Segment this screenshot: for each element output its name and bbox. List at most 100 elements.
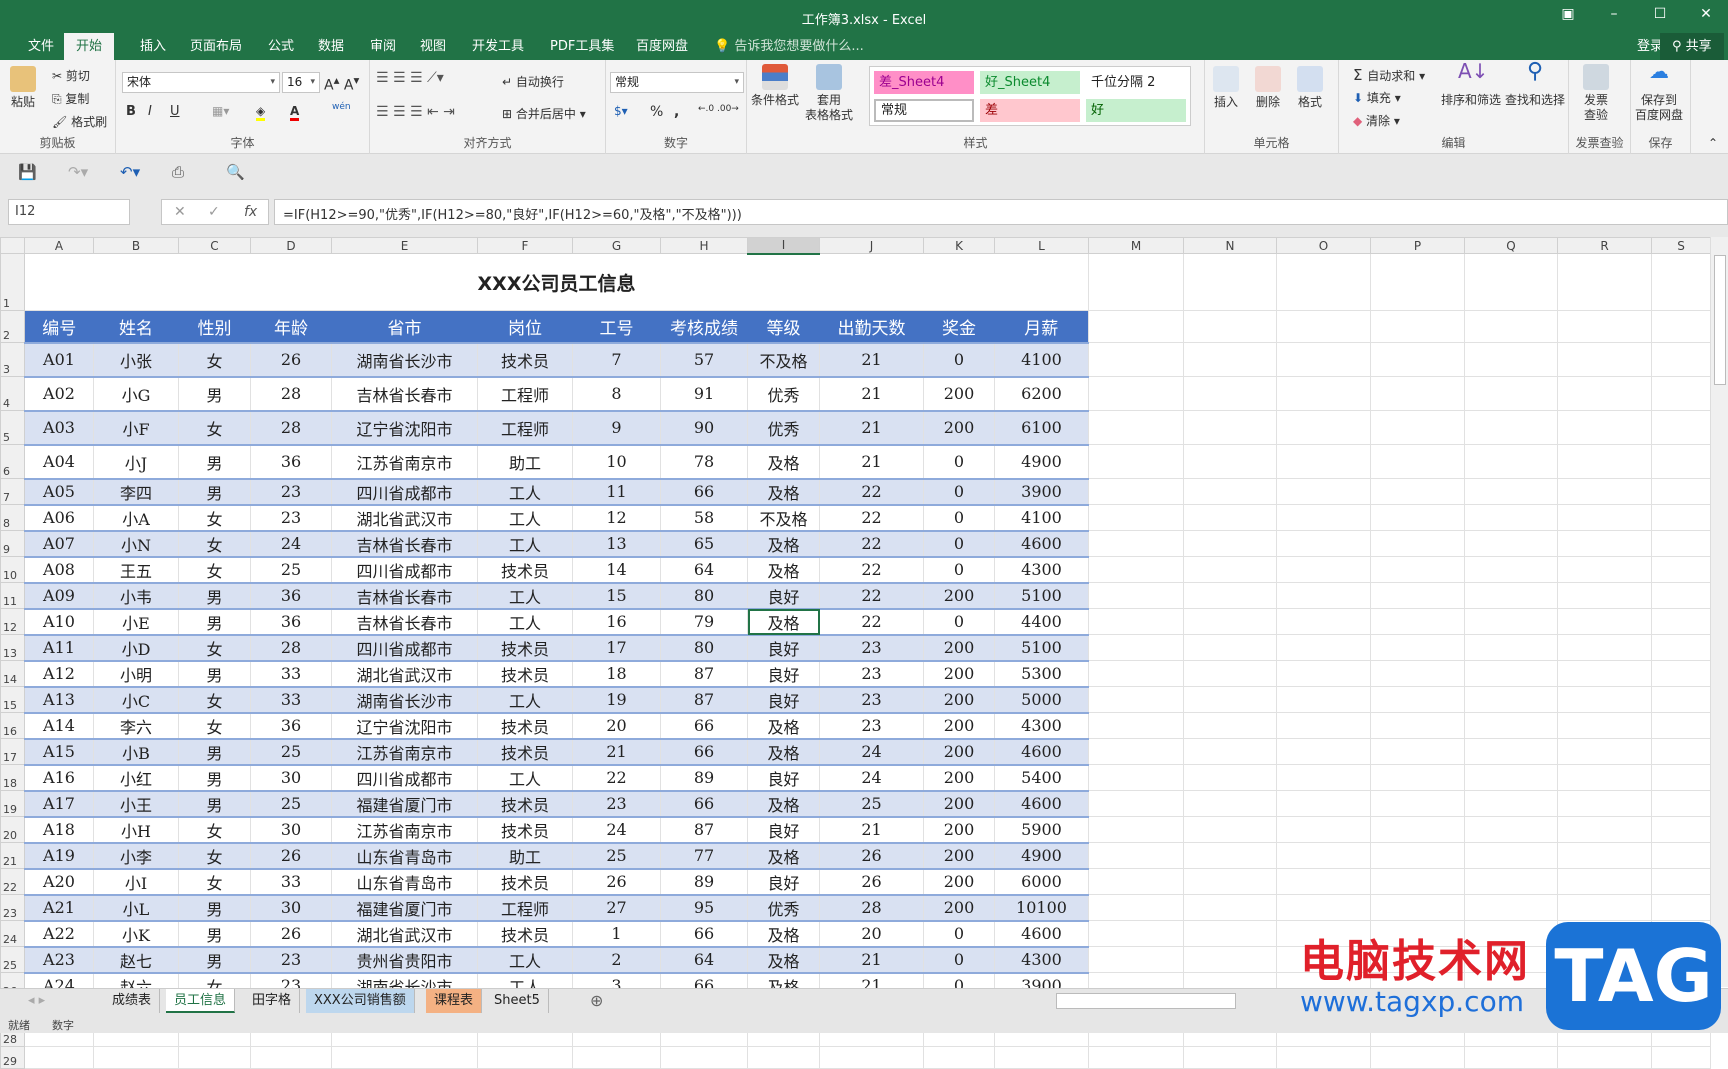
cell[interactable] xyxy=(1464,253,1558,311)
cell[interactable] xyxy=(1651,868,1711,895)
data-cell[interactable]: 0 xyxy=(923,920,995,948)
data-cell[interactable]: A09 xyxy=(24,582,94,610)
data-cell[interactable]: 28 xyxy=(250,634,332,662)
data-cell[interactable]: 22 xyxy=(819,608,924,636)
data-cell[interactable]: 26 xyxy=(819,842,924,870)
cell[interactable] xyxy=(1370,530,1465,557)
data-cell[interactable]: A01 xyxy=(24,342,94,378)
cell[interactable] xyxy=(1183,608,1277,635)
row-header[interactable]: 2 xyxy=(0,310,25,343)
data-cell[interactable]: 及格 xyxy=(747,738,820,766)
cell[interactable] xyxy=(1088,444,1184,479)
data-cell[interactable]: 男 xyxy=(178,478,251,506)
column-header[interactable]: S xyxy=(1651,237,1711,254)
undo-icon[interactable]: ↶▾ xyxy=(120,163,140,181)
cell[interactable] xyxy=(1557,376,1652,411)
data-cell[interactable]: 0 xyxy=(923,556,995,584)
save-baidu-button[interactable]: ☁ 保存到 百度网盘 xyxy=(1635,61,1683,123)
data-cell[interactable]: 19 xyxy=(572,686,661,714)
cell[interactable] xyxy=(1088,342,1184,377)
data-cell[interactable]: 1 xyxy=(572,920,661,948)
cell[interactable] xyxy=(93,1046,179,1069)
data-cell[interactable]: 小F xyxy=(93,410,179,446)
cell[interactable] xyxy=(1557,712,1652,739)
cell[interactable] xyxy=(1557,894,1652,921)
row-header[interactable]: 16 xyxy=(0,712,25,739)
format-cells-button[interactable]: 格式 xyxy=(1297,66,1323,110)
data-cell[interactable]: 200 xyxy=(923,790,995,818)
row-header[interactable]: 6 xyxy=(0,444,25,479)
cell[interactable] xyxy=(1557,478,1652,505)
data-cell[interactable]: 25 xyxy=(819,790,924,818)
style-good-sheet4[interactable]: 好_Sheet4 xyxy=(980,71,1080,94)
row-header[interactable]: 29 xyxy=(0,1046,25,1069)
data-cell[interactable]: 4900 xyxy=(994,842,1089,870)
cell[interactable] xyxy=(1464,686,1558,713)
data-cell[interactable]: 及格 xyxy=(747,712,820,740)
data-cell[interactable]: 95 xyxy=(660,894,748,922)
data-cell[interactable]: 及格 xyxy=(747,608,820,636)
cell[interactable] xyxy=(1464,816,1558,843)
cell[interactable] xyxy=(1464,342,1558,377)
data-cell[interactable]: 小K xyxy=(93,920,179,948)
data-cell[interactable]: 小红 xyxy=(93,764,179,792)
cell[interactable] xyxy=(994,1046,1089,1069)
data-cell[interactable]: 30 xyxy=(250,894,332,922)
cell[interactable] xyxy=(1276,444,1371,479)
cell[interactable] xyxy=(1557,686,1652,713)
autosum-button[interactable]: Σ 自动求和 ▾ xyxy=(1353,66,1425,84)
cell[interactable] xyxy=(1183,764,1277,791)
cell[interactable] xyxy=(1557,738,1652,765)
cell[interactable] xyxy=(178,1046,251,1069)
data-cell[interactable]: 小A xyxy=(93,504,179,532)
cell[interactable] xyxy=(1651,842,1711,869)
phonetic-button[interactable]: wén xyxy=(332,102,351,112)
data-cell[interactable]: 男 xyxy=(178,444,251,480)
data-cell[interactable]: A13 xyxy=(24,686,94,714)
cell[interactable] xyxy=(1464,444,1558,479)
cell[interactable] xyxy=(1276,712,1371,739)
column-header[interactable]: R xyxy=(1557,237,1652,254)
cell[interactable] xyxy=(1088,556,1184,583)
data-cell[interactable]: 0 xyxy=(923,946,995,974)
data-cell[interactable]: 65 xyxy=(660,530,748,558)
ribbon-tab[interactable]: 百度网盘 xyxy=(624,33,700,60)
data-cell[interactable]: A22 xyxy=(24,920,94,948)
share-button[interactable]: ⚲ 共享 xyxy=(1660,33,1724,60)
data-cell[interactable]: 女 xyxy=(178,842,251,870)
column-title[interactable]: 奖金 xyxy=(923,310,995,344)
data-cell[interactable]: 及格 xyxy=(747,530,820,558)
data-cell[interactable]: 吉林省长春市 xyxy=(331,608,478,636)
column-header[interactable]: D xyxy=(250,237,332,254)
column-title[interactable]: 岗位 xyxy=(477,310,573,344)
data-cell[interactable]: 5100 xyxy=(994,582,1089,610)
cell[interactable] xyxy=(1370,444,1465,479)
sheet-tab[interactable]: 田字格 xyxy=(244,989,301,1013)
data-cell[interactable]: 21 xyxy=(819,444,924,480)
data-cell[interactable]: 30 xyxy=(250,764,332,792)
data-cell[interactable]: 200 xyxy=(923,686,995,714)
data-cell[interactable]: 22 xyxy=(819,582,924,610)
cell[interactable] xyxy=(1088,504,1184,531)
row-header[interactable]: 9 xyxy=(0,530,25,557)
data-cell[interactable]: 21 xyxy=(819,376,924,412)
cell[interactable] xyxy=(1651,608,1711,635)
data-cell[interactable]: 工人 xyxy=(477,764,573,792)
data-cell[interactable]: 36 xyxy=(250,608,332,636)
cell[interactable] xyxy=(1464,634,1558,661)
print-preview-icon[interactable]: ⎙ xyxy=(172,163,184,181)
cell[interactable] xyxy=(1464,894,1558,921)
cell[interactable] xyxy=(1464,868,1558,895)
ribbon-tab[interactable]: 公式 xyxy=(256,33,306,60)
cell[interactable] xyxy=(1183,478,1277,505)
data-cell[interactable]: 80 xyxy=(660,634,748,662)
close-button[interactable]: ✕ xyxy=(1691,6,1721,22)
data-cell[interactable]: 87 xyxy=(660,816,748,844)
sort-filter-button[interactable]: A↓ 排序和筛选 xyxy=(1441,61,1501,108)
data-cell[interactable]: 小韦 xyxy=(93,582,179,610)
data-cell[interactable]: 15 xyxy=(572,582,661,610)
data-cell[interactable]: 良好 xyxy=(747,660,820,688)
data-cell[interactable]: 王五 xyxy=(93,556,179,584)
cell[interactable] xyxy=(1276,310,1371,343)
data-cell[interactable]: 200 xyxy=(923,738,995,766)
